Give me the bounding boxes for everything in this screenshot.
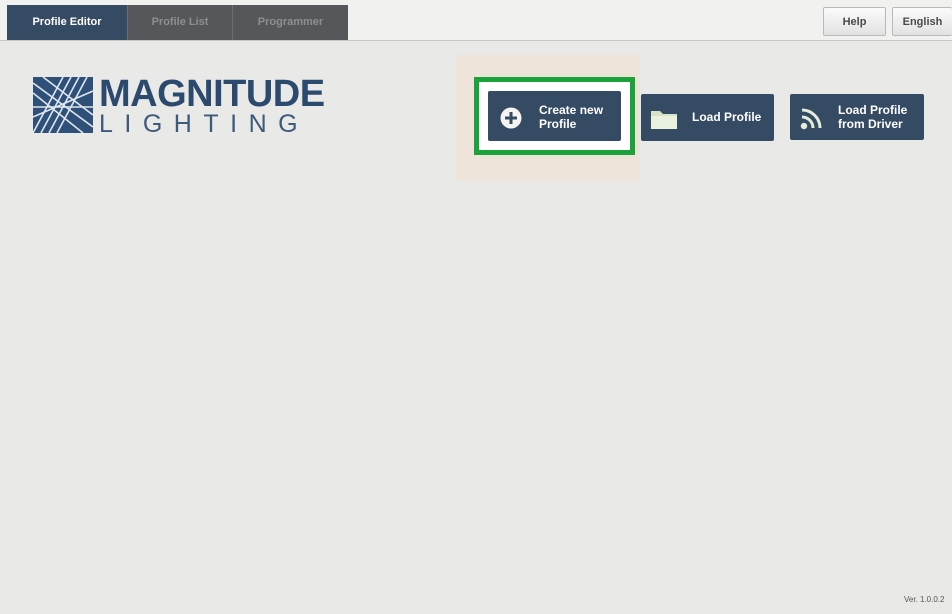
top-bar: Profile Editor Profile List Programmer H… — [0, 0, 952, 41]
logo-title: MAGNITUDE — [99, 73, 325, 115]
tab-profile-list[interactable]: Profile List — [127, 5, 232, 40]
create-new-profile-button[interactable]: Create new Profile — [488, 91, 621, 141]
tab-programmer[interactable]: Programmer — [232, 5, 348, 40]
logo-subtitle: LIGHTING — [99, 110, 310, 138]
folder-icon — [651, 111, 677, 129]
wireless-signal-icon — [800, 108, 822, 130]
create-new-profile-label: Create new Profile — [539, 103, 604, 131]
load-profile-from-driver-label: Load Profile from Driver — [838, 103, 908, 131]
plus-circle-icon — [500, 107, 522, 129]
version-label: Ver. 1.0.0.2 — [904, 595, 945, 604]
load-profile-from-driver-button[interactable]: Load Profile from Driver — [790, 94, 924, 140]
help-button[interactable]: Help — [823, 7, 886, 36]
magnitude-lighting-logo: MAGNITUDE LIGHTING — [33, 74, 325, 138]
tab-profile-editor[interactable]: Profile Editor — [7, 5, 127, 40]
language-button[interactable]: English — [892, 7, 952, 36]
tab-bar: Profile Editor Profile List Programmer — [7, 5, 348, 40]
logo-mark-icon — [33, 77, 93, 133]
load-profile-label: Load Profile — [692, 110, 762, 124]
load-profile-button[interactable]: Load Profile — [641, 94, 774, 141]
